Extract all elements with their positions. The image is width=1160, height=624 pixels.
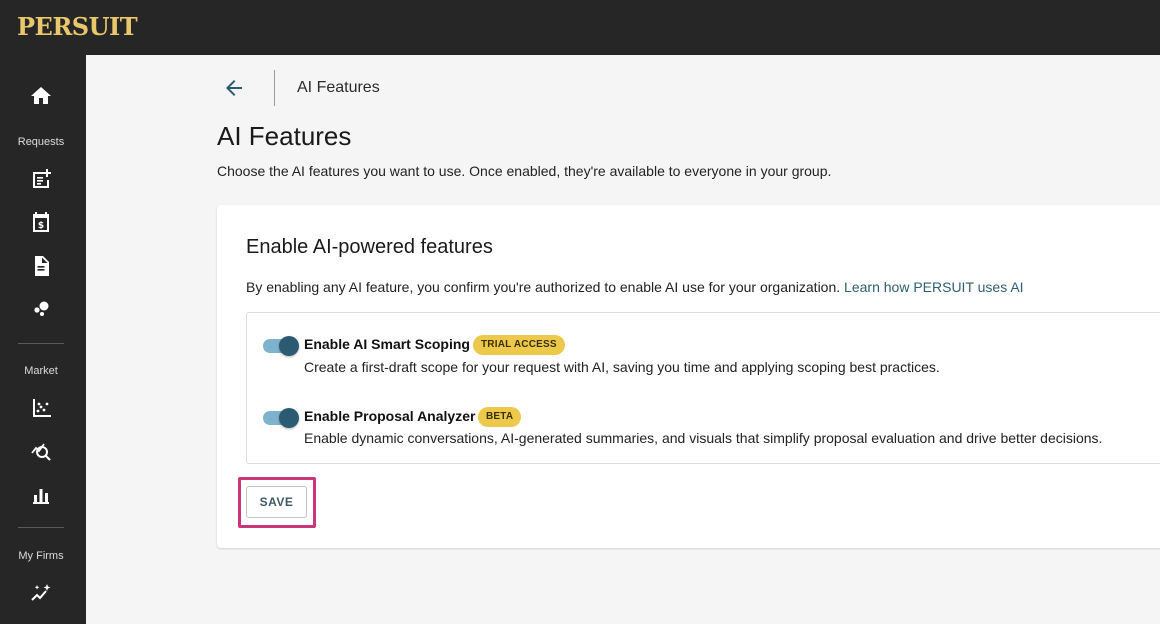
feature-name: Enable Proposal Analyzer: [304, 408, 476, 424]
arrow-left-icon: [226, 80, 242, 96]
persuit-logo[interactable]: PERSUIT: [17, 12, 138, 41]
sparkle-trend-icon[interactable]: [29, 581, 53, 605]
toggle-knob: [279, 336, 299, 356]
home-icon[interactable]: [29, 84, 53, 108]
feature-name: Enable AI Smart Scoping: [304, 336, 470, 352]
scatter-chart-icon[interactable]: [29, 396, 53, 420]
sidebar-divider: [18, 343, 64, 344]
save-button[interactable]: SAVE: [246, 486, 307, 518]
add-request-icon[interactable]: [29, 167, 53, 191]
page-description: Choose the AI features you want to use. …: [217, 163, 832, 179]
feature-description: Enable dynamic conversations, AI-generat…: [304, 430, 1103, 446]
feature-description: Create a first-draft scope for your requ…: [304, 359, 940, 375]
back-button[interactable]: [222, 76, 248, 100]
top-bar: PERSUIT: [0, 0, 1160, 55]
learn-more-link[interactable]: Learn how PERSUIT uses AI: [844, 279, 1024, 295]
header-divider: [274, 70, 275, 106]
document-icon[interactable]: [29, 254, 53, 278]
sidebar: Requests $ Market My Firms: [0, 55, 86, 624]
bubbles-icon[interactable]: [29, 297, 53, 321]
sidebar-divider: [18, 527, 64, 528]
ai-features-card: Enable AI-powered features By enabling a…: [217, 205, 1160, 548]
page-title: AI Features: [217, 121, 352, 151]
toggle-knob: [279, 408, 299, 428]
trial-access-badge: TRIAL ACCESS: [473, 335, 565, 355]
card-title: Enable AI-powered features: [246, 236, 493, 258]
smart-scoping-toggle[interactable]: [263, 336, 299, 356]
sidebar-section-market: Market: [24, 365, 58, 377]
bar-chart-icon[interactable]: [29, 483, 53, 507]
beta-badge: BETA: [478, 407, 522, 427]
calendar-dollar-icon[interactable]: $: [29, 210, 53, 234]
card-description-text: By enabling any AI feature, you confirm …: [246, 279, 841, 295]
sidebar-section-my-firms: My Firms: [18, 550, 64, 562]
sidebar-section-requests: Requests: [17, 136, 65, 148]
breadcrumb: AI Features: [297, 79, 380, 96]
search-chart-icon[interactable]: [29, 439, 53, 463]
proposal-analyzer-toggle[interactable]: [263, 408, 299, 428]
features-list: Enable AI Smart Scoping TRIAL ACCESS Cre…: [246, 312, 1160, 464]
card-description: By enabling any AI feature, you confirm …: [246, 279, 1024, 295]
svg-text:$: $: [38, 221, 44, 231]
